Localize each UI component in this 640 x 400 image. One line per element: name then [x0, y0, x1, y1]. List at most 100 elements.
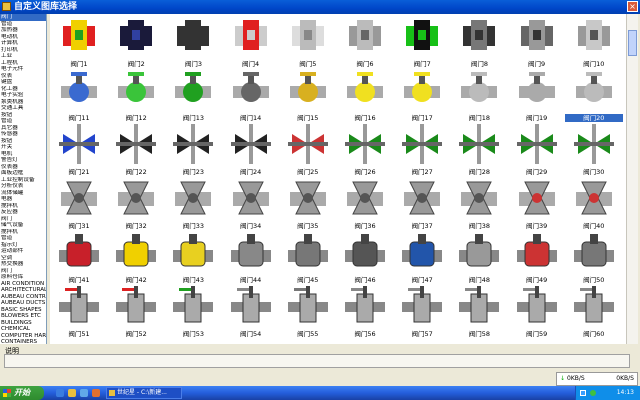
- upload-speed: 0KB/S: [616, 375, 634, 382]
- valve-label: 阀门46: [354, 276, 376, 284]
- network-tray-icon[interactable]: [580, 390, 586, 396]
- valve-cell[interactable]: 阀门56: [336, 286, 394, 344]
- valve-label: 阀门42: [125, 276, 147, 284]
- valve-cell[interactable]: 阀门51: [50, 286, 108, 344]
- valve-label: 阀门59: [525, 330, 548, 338]
- valve-label: 阀门4: [242, 60, 260, 68]
- valve-cell[interactable]: 阀门52: [107, 286, 165, 344]
- valve-label: 阀门23: [182, 168, 205, 176]
- valve-label: 阀门56: [354, 330, 376, 338]
- valve-label: 阀门13: [182, 114, 205, 122]
- valve-label: 阀门22: [125, 168, 147, 176]
- valve-label: 阀门15: [297, 114, 319, 122]
- valve-cell[interactable]: 阀门57: [393, 286, 451, 344]
- folder-icon[interactable]: [68, 389, 76, 397]
- valve-label: 阀门40: [583, 222, 605, 230]
- category-list[interactable]: 阀门 管道 加热器 电动机 计算机 打印机 工业 工程机 电子元件 仪表 键盘 化工器 电子实验 泵类机器…: [0, 14, 47, 344]
- category-item[interactable]: BLOWERS ETC: [0, 313, 46, 320]
- valve-label: 阀门8: [470, 60, 488, 68]
- valve-label: 阀门11: [68, 114, 90, 122]
- valve-cell[interactable]: 阀门59: [508, 286, 566, 344]
- valve-label: 阀门31: [68, 222, 90, 230]
- download-speed: 0KB/S: [567, 375, 585, 382]
- category-item[interactable]: ARCHITECTURAL: [0, 287, 46, 294]
- valve-label: 阀门33: [182, 222, 205, 230]
- valve-label: 阀门60: [583, 330, 605, 338]
- valve-label: 阀门35: [297, 222, 319, 230]
- download-arrow-icon: ↓: [560, 375, 566, 382]
- valve-label: 阀门48: [468, 276, 491, 284]
- valve-label: 阀门58: [468, 330, 491, 338]
- status-strip: [0, 371, 640, 386]
- valve-label: 阀门9: [528, 60, 546, 68]
- valve-cell[interactable]: 阀门60: [565, 286, 623, 344]
- valve-label: 阀门54: [239, 330, 262, 338]
- system-tray: 14:13: [575, 386, 640, 400]
- valve-label: 阀门5: [299, 60, 317, 68]
- valve-cell[interactable]: 阀门55: [279, 286, 337, 344]
- media-icon[interactable]: [92, 389, 100, 397]
- start-button[interactable]: 开始: [0, 386, 44, 400]
- valve-label: 阀门38: [468, 222, 491, 230]
- valve-label: 阀门55: [297, 330, 319, 338]
- app-task-icon: [109, 390, 115, 396]
- valve-label: 阀门57: [411, 330, 433, 338]
- valve-label: 阀门47: [411, 276, 433, 284]
- valve-label: 阀门17: [411, 114, 433, 122]
- valve-label: 阀门6: [356, 60, 374, 68]
- grid-scrollbar[interactable]: [626, 14, 638, 344]
- valve-label: 阀门10: [583, 60, 605, 68]
- valve-label: 阀门34: [239, 222, 262, 230]
- security-tray-icon[interactable]: [590, 390, 596, 396]
- valve-label: 阀门25: [297, 168, 319, 176]
- category-item[interactable]: CONTAINERS: [0, 339, 46, 344]
- title-bar: 自定义图库选择 ×: [0, 0, 640, 14]
- ie-icon[interactable]: [56, 389, 64, 397]
- valve-label: 阀门1: [70, 60, 88, 68]
- scrollbar-thumb[interactable]: [628, 30, 637, 56]
- valve-label: 阀门20: [564, 114, 623, 122]
- valve-label: 阀门32: [125, 222, 147, 230]
- valve-label: 阀门43: [182, 276, 205, 284]
- valve-label: 阀门39: [525, 222, 548, 230]
- valve-cell[interactable]: 阀门54: [222, 286, 280, 344]
- start-label: 开始: [14, 388, 30, 397]
- taskbar: 开始 世纪星 - C:\新建... 14:13: [0, 386, 640, 400]
- valve-label: 阀门2: [127, 60, 145, 68]
- valve-label: 阀门41: [68, 276, 90, 284]
- valve-label: 阀门29: [525, 168, 548, 176]
- valve-label: 阀门44: [239, 276, 262, 284]
- desktop-icon[interactable]: [80, 389, 88, 397]
- valve-label: 阀门24: [239, 168, 262, 176]
- valve-label: 阀门52: [125, 330, 147, 338]
- icon-grid: 阀门1 阀门2 阀门3 阀门4 阀门5 阀门6 阀门7 阀门8 阀门9 阀门10 阀门11 阀门12 阀…: [50, 14, 626, 344]
- valve-label: 阀门53: [182, 330, 205, 338]
- valve-label: 阀门19: [525, 114, 548, 122]
- valve-label: 阀门30: [583, 168, 605, 176]
- windows-logo-icon: [3, 389, 11, 397]
- valve-label: 阀门21: [68, 168, 90, 176]
- valve-label: 阀门49: [525, 276, 548, 284]
- valve-cell[interactable]: 阀门58: [450, 286, 508, 344]
- app-icon: [2, 2, 11, 11]
- valve-label: 阀门27: [411, 168, 433, 176]
- valve-label: 阀门7: [413, 60, 431, 68]
- valve-label: 阀门26: [354, 168, 376, 176]
- valve-label: 阀门16: [354, 114, 376, 122]
- valve-label: 阀门51: [68, 330, 90, 338]
- valve-label: 阀门37: [411, 222, 433, 230]
- close-button[interactable]: ×: [627, 1, 638, 12]
- taskbar-app-label: 世纪星 - C:\新建...: [117, 389, 167, 396]
- network-monitor: ↓ 0KB/S 0KB/S: [556, 372, 638, 386]
- taskbar-app-button[interactable]: 世纪星 - C:\新建...: [106, 387, 182, 399]
- description-box: [4, 354, 630, 368]
- valve-label: 阀门14: [239, 114, 262, 122]
- window-title: 自定义图库选择: [14, 2, 78, 12]
- valve-label: 阀门36: [354, 222, 376, 230]
- valve-label: 阀门12: [125, 114, 147, 122]
- valve-label: 阀门18: [468, 114, 491, 122]
- valve-label: 阀门3: [184, 60, 202, 68]
- category-item[interactable]: AUBEAU DUCTS: [0, 300, 46, 307]
- valve-label: 阀门50: [583, 276, 605, 284]
- valve-cell[interactable]: 阀门53: [164, 286, 222, 344]
